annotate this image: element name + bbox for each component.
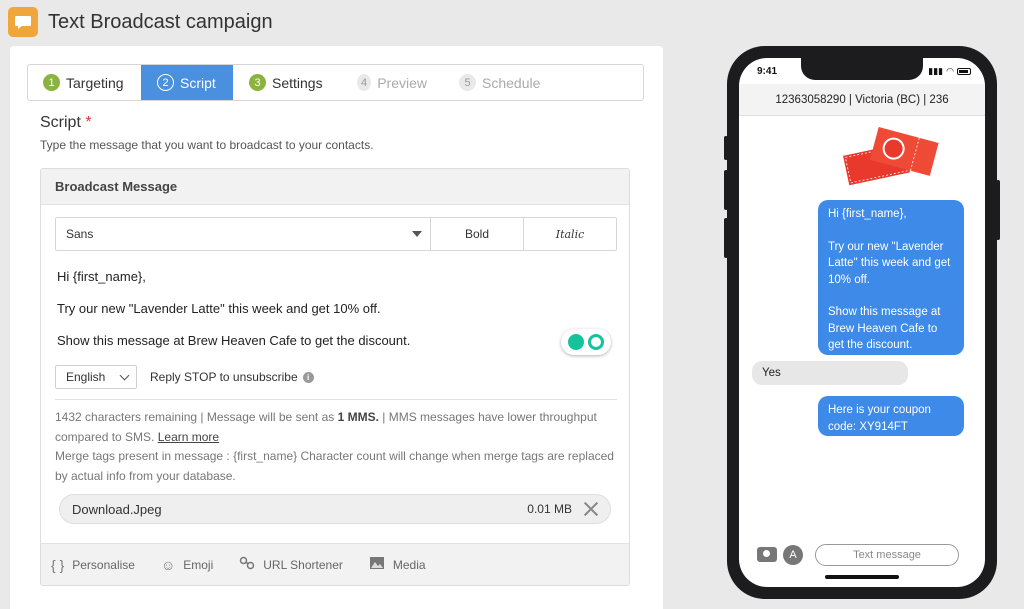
personalise-button[interactable]: { } Personalise: [51, 557, 135, 573]
camera-icon[interactable]: [757, 547, 777, 562]
step-script[interactable]: 2 Script: [141, 65, 233, 100]
panel-title: Broadcast Message: [41, 169, 629, 205]
url-shortener-button[interactable]: URL Shortener: [239, 556, 343, 573]
learn-more-link[interactable]: Learn more: [158, 430, 219, 444]
wizard-steps: 1 Targeting 2 Script 3 Settings 4 Previe…: [27, 64, 644, 101]
compose-bar: A Text message: [739, 527, 985, 587]
stop-text: Reply STOP to unsubscribe: [150, 370, 298, 384]
lightbulb-icon[interactable]: [568, 334, 584, 350]
info-icon[interactable]: i: [302, 371, 314, 383]
step-label: Settings: [272, 74, 323, 91]
message-line: Try our new "Lavender Latte" this week a…: [57, 301, 381, 316]
text-message-input[interactable]: Text message: [815, 544, 959, 566]
emoji-label: Emoji: [183, 557, 214, 572]
step-number: 3: [249, 74, 266, 91]
home-indicator: [825, 575, 899, 579]
phone-header: 12363058290 | Victoria (BC) | 236: [739, 84, 985, 116]
step-label: Targeting: [66, 74, 124, 91]
outgoing-message: Here is your coupon code: XY914FT: [818, 396, 964, 436]
divider: [55, 399, 617, 400]
media-label: Media: [392, 557, 426, 572]
attachment-name: Download.Jpeg: [72, 501, 162, 517]
phone-button: [724, 218, 728, 258]
step-number: 1: [43, 74, 60, 91]
required-mark: *: [85, 114, 92, 131]
step-number: 2: [157, 74, 174, 91]
step-label: Schedule: [482, 74, 541, 91]
status-time: 9:41: [757, 66, 778, 77]
step-settings[interactable]: 3 Settings: [233, 65, 341, 100]
incoming-message: Yes: [752, 361, 908, 385]
language-select[interactable]: English: [55, 365, 137, 389]
chat-bubble-icon: [8, 7, 38, 37]
image-icon: [369, 556, 385, 573]
font-select-value: Sans: [66, 227, 94, 241]
message-line: Show this message at Brew Heaven Cafe to…: [57, 333, 411, 348]
battery-icon: [957, 68, 971, 75]
message-info: 1432 characters remaining | Message will…: [55, 408, 615, 486]
step-number: 5: [459, 74, 476, 91]
personalise-label: Personalise: [72, 557, 135, 572]
phone-notch: [801, 58, 923, 80]
message-line: Hi {first_name},: [57, 269, 146, 284]
grammarly-widget[interactable]: [561, 329, 611, 355]
message-editor[interactable]: Hi {first_name}, Try our new "Lavender L…: [57, 269, 577, 357]
phone-button: [996, 180, 1000, 240]
emoji-button[interactable]: ☺ Emoji: [161, 557, 213, 573]
phone-button: [724, 136, 728, 160]
app-store-icon[interactable]: A: [783, 545, 803, 565]
step-schedule[interactable]: 5 Schedule: [443, 65, 556, 100]
step-preview[interactable]: 4 Preview: [341, 65, 443, 100]
url-shortener-label: URL Shortener: [263, 557, 343, 572]
step-targeting[interactable]: 1 Targeting: [28, 65, 141, 100]
step-label: Script: [180, 74, 216, 91]
font-select[interactable]: Sans: [56, 218, 431, 250]
bubble-line: Show this message at Brew Heaven Cafe to…: [828, 306, 941, 351]
editor-footer: { } Personalise ☺ Emoji URL Shortener Me…: [41, 543, 629, 585]
bubble-line: Try our new "Lavender Latte" this week a…: [828, 240, 951, 286]
status-icons: ▮▮▮ ◠: [928, 66, 971, 77]
step-number: 4: [357, 74, 372, 91]
script-title: Script *: [40, 114, 92, 132]
wifi-icon: ◠: [946, 66, 954, 76]
bubble-line: Hi {first_name},: [828, 208, 907, 220]
editor-toolbar: Sans Bold Italic: [55, 217, 617, 251]
language-value: English: [66, 370, 106, 384]
phone-button: [724, 170, 728, 210]
merge-tag-note: Merge tags present in message : {first_n…: [55, 449, 614, 483]
coupon-image: [843, 126, 939, 186]
media-button[interactable]: Media: [369, 556, 426, 573]
grammarly-icon[interactable]: [588, 334, 604, 350]
phone-preview: 9:41 ▮▮▮ ◠ 12363058290 | Victoria (BC) |…: [724, 46, 1000, 599]
bold-button[interactable]: Bold: [431, 218, 524, 250]
braces-icon: { }: [51, 556, 65, 573]
broadcast-message-panel: Broadcast Message Sans Bold Italic Hi {f…: [40, 168, 630, 586]
page-header: Text Broadcast campaign: [8, 6, 273, 38]
attachment-item: Download.Jpeg 0.01 MB: [59, 494, 611, 524]
script-subtitle: Type the message that you want to broadc…: [40, 138, 374, 152]
outgoing-message: Hi {first_name}, Try our new "Lavender L…: [818, 200, 964, 355]
close-icon[interactable]: [584, 502, 598, 516]
caret-down-icon: [412, 231, 422, 237]
attachment-size: 0.01 MB: [527, 502, 572, 516]
mms-count: 1 MMS.: [337, 410, 379, 424]
step-label: Preview: [377, 74, 427, 91]
phone-screen: 9:41 ▮▮▮ ◠ 12363058290 | Victoria (BC) |…: [739, 58, 985, 587]
italic-button[interactable]: Italic: [524, 218, 616, 250]
language-row: English Reply STOP to unsubscribe i: [55, 365, 617, 389]
script-title-text: Script: [40, 114, 81, 131]
signal-icon: ▮▮▮: [928, 66, 944, 76]
page-title: Text Broadcast campaign: [48, 10, 273, 33]
chars-remaining: 1432 characters remaining | Message will…: [55, 410, 338, 424]
main-card: 1 Targeting 2 Script 3 Settings 4 Previe…: [10, 46, 663, 609]
link-icon: [239, 556, 255, 573]
chevron-down-icon: [119, 370, 130, 380]
smiley-icon: ☺: [160, 556, 176, 573]
